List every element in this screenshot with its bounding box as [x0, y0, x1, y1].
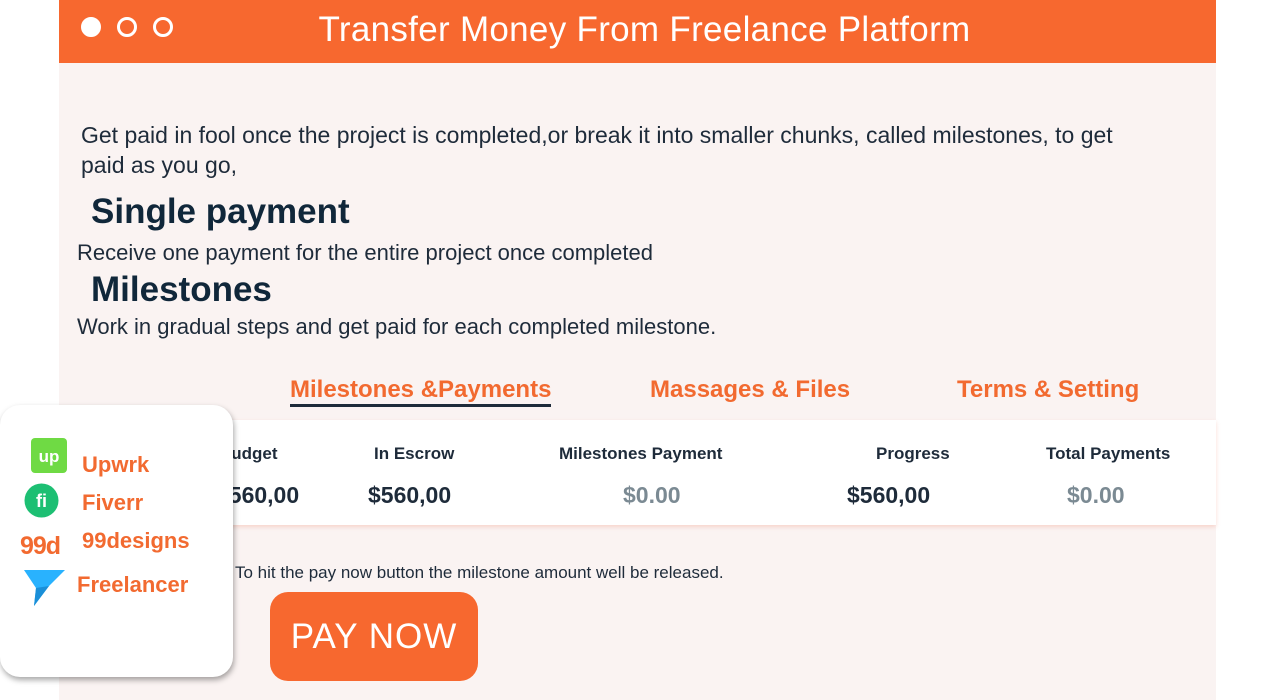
- platform-label: Upwrk: [82, 452, 150, 477]
- milestones-description: Work in gradual steps and get paid for e…: [77, 314, 717, 339]
- intro-text: Get paid in fool once the project is com…: [81, 122, 1113, 178]
- single-payment-description: Receive one payment for the entire proje…: [77, 240, 653, 265]
- milestones-payment-label: Milestones Payment: [559, 444, 723, 463]
- tab-label: Milestones &Payments: [290, 376, 552, 403]
- pay-now-button[interactable]: PAY NOW: [270, 592, 478, 681]
- total-payments-label: Total Payments: [1046, 444, 1171, 463]
- tab-milestones-payments[interactable]: Milestones &Payments: [290, 376, 552, 407]
- tab-terms-setting[interactable]: Terms & Setting: [957, 376, 1139, 404]
- total-payments-value: $0.00: [1067, 482, 1125, 508]
- tab-label: Massages & Files: [650, 376, 851, 403]
- platform-item-99designs[interactable]: 99d 99designs: [0, 525, 233, 565]
- active-tab-underline: [290, 404, 552, 407]
- milestones-heading: Milestones: [91, 270, 272, 309]
- single-payment-heading: Single payment: [91, 192, 350, 231]
- in-escrow-label: In Escrow: [374, 444, 455, 463]
- window-title: Transfer Money From Freelance Platform: [318, 10, 971, 49]
- fiverr-logo-icon: fi: [24, 483, 59, 518]
- progress-label: Progress: [876, 444, 950, 463]
- title-bar: Transfer Money From Freelance Platform: [59, 0, 1216, 63]
- progress-value: $560,00: [847, 482, 931, 508]
- upwork-logo-icon: up: [31, 438, 67, 473]
- svg-text:up: up: [39, 447, 60, 466]
- 99designs-logo-icon: 99d: [20, 532, 61, 559]
- platform-item-fiverr[interactable]: fi Fiverr: [0, 483, 233, 523]
- platform-item-freelancer[interactable]: Freelancer: [0, 568, 233, 608]
- platform-label: Freelancer: [77, 572, 189, 597]
- platform-list-card: up Upwrk fi Fiverr 99d 99designs Freelan…: [0, 405, 233, 677]
- in-escrow-value: $560,00: [368, 482, 452, 508]
- platform-label: Fiverr: [82, 490, 144, 515]
- tab-label: Terms & Setting: [957, 376, 1140, 403]
- release-note: To hit the pay now button the milestone …: [235, 563, 724, 582]
- milestones-payment-value: $0.00: [623, 482, 681, 508]
- platform-item-upwork[interactable]: up Upwrk: [0, 437, 233, 477]
- payment-summary-panel: Budget $560,00 In Escrow $560,00 Milesto…: [205, 420, 1216, 525]
- freelancer-logo-icon: [24, 570, 65, 606]
- svg-text:99d: 99d: [20, 532, 60, 559]
- platform-label: 99designs: [82, 528, 190, 553]
- tab-messages-files[interactable]: Massages & Files: [650, 376, 850, 404]
- svg-text:fi: fi: [36, 491, 47, 511]
